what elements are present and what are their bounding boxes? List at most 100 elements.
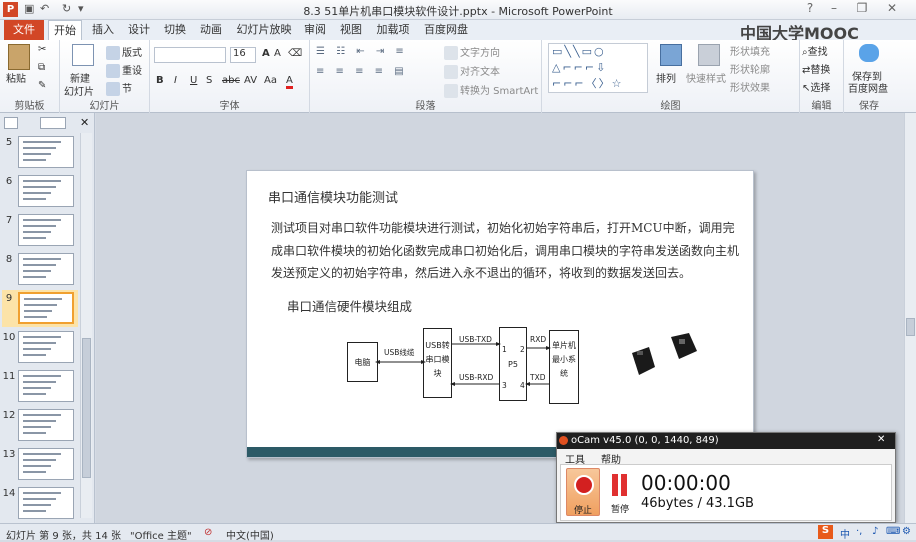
layout-button[interactable]: 版式: [122, 48, 142, 59]
tab-file[interactable]: 文件: [4, 20, 44, 40]
italic-button[interactable]: I: [174, 75, 177, 86]
keyboard-icon[interactable]: ⌨: [886, 526, 900, 537]
spacing-button[interactable]: AV: [244, 75, 257, 86]
arrange-icon[interactable]: [660, 44, 682, 66]
stop-button[interactable]: 停止: [566, 468, 600, 516]
strike-button[interactable]: abc: [222, 75, 240, 86]
help-icon[interactable]: ?: [798, 1, 822, 19]
preview-line: [23, 270, 51, 272]
slide-preview[interactable]: [18, 214, 74, 246]
shape-outline-button[interactable]: 形状轮廓: [730, 61, 770, 76]
maximize-button[interactable]: ❐: [850, 1, 874, 19]
reset-button[interactable]: 重设: [122, 66, 142, 77]
quick-styles-button[interactable]: 快速样式: [686, 70, 726, 85]
thumbnail-scrollbar[interactable]: [80, 133, 92, 518]
tab-view[interactable]: 视图: [336, 20, 366, 40]
sogou-icon[interactable]: S: [818, 525, 833, 539]
shape-effects-button[interactable]: 形状效果: [730, 79, 770, 94]
format-painter-icon[interactable]: ✎: [38, 80, 46, 91]
minimize-button[interactable]: –: [822, 1, 846, 19]
tab-home[interactable]: 开始: [48, 20, 82, 40]
slide-thumbnail-14[interactable]: 14: [2, 485, 78, 522]
align-icons[interactable]: ≡ ≡ ≡ ≡ ▤: [316, 66, 408, 77]
slide-thumbnail-7[interactable]: 7: [2, 212, 78, 249]
outline-tab[interactable]: [4, 117, 18, 129]
font-size-input[interactable]: 16: [230, 47, 256, 63]
slide-thumbnail-5[interactable]: 5: [2, 134, 78, 171]
current-slide[interactable]: 串口通信模块功能测试 测试项目对串口软件功能模块进行测试，初始化初始字符串后，打…: [246, 170, 755, 458]
tab-transitions[interactable]: 切换: [160, 20, 190, 40]
save-to-label-2[interactable]: 百度网盘: [848, 80, 888, 95]
slide-thumbnail-12[interactable]: 12: [2, 407, 78, 444]
clear-format-icon[interactable]: ⌫: [288, 48, 302, 59]
underline-button[interactable]: U: [190, 75, 197, 86]
tab-addins[interactable]: 加载项: [372, 20, 414, 40]
ocam-window[interactable]: oCam v45.0 (0, 0, 1440, 849) ✕ 工具 帮助 停止 …: [556, 432, 896, 523]
slide-thumbnail-9[interactable]: 9: [2, 290, 78, 327]
slide-preview[interactable]: [18, 331, 74, 363]
paste-button[interactable]: 粘贴: [6, 70, 26, 85]
font-family-input[interactable]: [154, 47, 226, 63]
pause-button[interactable]: 暂停: [605, 468, 635, 516]
copy-icon[interactable]: ⧉: [38, 62, 45, 73]
grow-font-icon[interactable]: A: [262, 48, 270, 59]
align-text-button[interactable]: 对齐文本: [460, 67, 500, 78]
shapes-gallery[interactable]: ▭╲╲▭○ △⌐⌐⌐⇩ ⌐⌐⌐〈〉☆: [548, 43, 648, 93]
slide-thumbnail-8[interactable]: 8: [2, 251, 78, 288]
slide-preview[interactable]: [18, 292, 74, 324]
find-button[interactable]: 查找: [808, 47, 828, 58]
slide-thumbnail-13[interactable]: 13: [2, 446, 78, 483]
canvas-scrollbar[interactable]: [904, 113, 916, 523]
tab-animations[interactable]: 动画: [196, 20, 226, 40]
text-direction-button[interactable]: 文字方向: [460, 48, 500, 59]
list-icons[interactable]: ☰ ☷ ⇤ ⇥ ≡: [316, 46, 408, 57]
slide-preview[interactable]: [18, 448, 74, 480]
window-title: 8.3 51单片机串口模块软件设计.pptx - Microsoft Power…: [303, 5, 613, 18]
tab-slideshow[interactable]: 幻灯片放映: [234, 20, 294, 40]
tab-insert[interactable]: 插入: [88, 20, 118, 40]
preview-line: [23, 414, 61, 416]
cut-icon[interactable]: ✂: [38, 44, 46, 55]
ime-mode[interactable]: 中: [840, 526, 850, 541]
case-button[interactable]: Aa: [264, 75, 277, 86]
spellcheck-icon[interactable]: ⊘: [204, 527, 212, 538]
shadow-button[interactable]: S: [206, 75, 212, 86]
arrange-button[interactable]: 排列: [656, 70, 676, 85]
microphone-icon[interactable]: ♪: [872, 526, 878, 537]
slide-preview[interactable]: [18, 370, 74, 402]
close-pane-icon[interactable]: ✕: [80, 116, 89, 129]
section-button[interactable]: 节: [122, 84, 132, 95]
slide-preview[interactable]: [18, 136, 74, 168]
tab-baidu[interactable]: 百度网盘: [420, 20, 472, 40]
canvas-scroll-thumb[interactable]: [906, 318, 915, 336]
slide-thumbnail-6[interactable]: 6: [2, 173, 78, 210]
punctuation-icon[interactable]: ·,: [856, 526, 862, 537]
shrink-font-icon[interactable]: A: [274, 48, 281, 59]
slide-preview[interactable]: [18, 175, 74, 207]
scroll-thumb[interactable]: [82, 338, 91, 478]
bold-button[interactable]: B: [156, 75, 164, 86]
baidu-cloud-icon[interactable]: [859, 44, 879, 62]
tab-design[interactable]: 设计: [124, 20, 154, 40]
slide-preview[interactable]: [18, 409, 74, 441]
replace-button[interactable]: 替换: [810, 65, 830, 76]
tab-review[interactable]: 审阅: [300, 20, 330, 40]
shape-fill-button[interactable]: 形状填充: [730, 43, 770, 58]
ocam-close-icon[interactable]: ✕: [877, 434, 885, 445]
slides-tab[interactable]: [40, 117, 66, 129]
slide-preview[interactable]: [18, 253, 74, 285]
settings-icon[interactable]: ⚙: [902, 526, 911, 537]
close-button[interactable]: ✕: [880, 1, 904, 19]
slide-preview[interactable]: [18, 487, 74, 519]
font-color-button[interactable]: A: [286, 75, 293, 89]
new-slide-icon[interactable]: [72, 44, 94, 66]
select-button[interactable]: 选择: [810, 83, 830, 94]
ocam-logo-icon: [559, 436, 568, 445]
quick-styles-icon[interactable]: [698, 44, 720, 66]
paste-icon[interactable]: [8, 44, 30, 70]
new-slide-label-2[interactable]: 幻灯片: [64, 83, 94, 98]
slide-thumbnail-10[interactable]: 10: [2, 329, 78, 366]
slide-thumbnail-11[interactable]: 11: [2, 368, 78, 405]
preview-line: [23, 393, 46, 395]
smartart-button[interactable]: 转换为 SmartArt: [460, 86, 538, 97]
